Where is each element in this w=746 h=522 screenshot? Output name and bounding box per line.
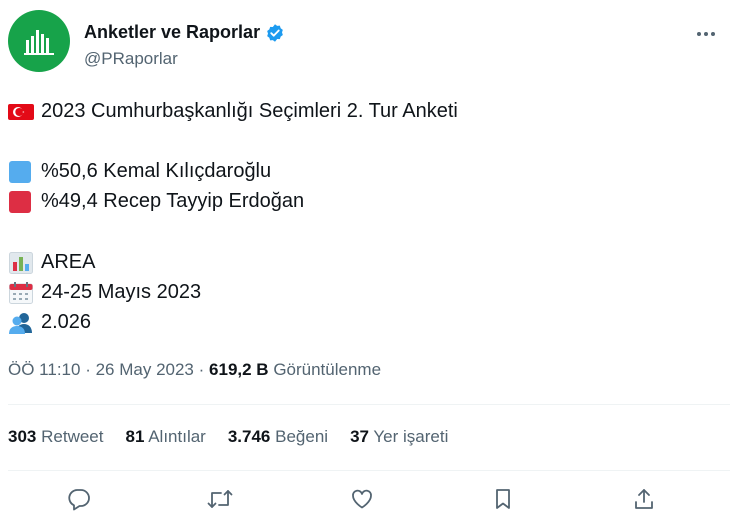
poll-bars-logo-icon xyxy=(24,30,54,55)
tweet-title-text: 2023 Cumhurbaşkanlığı Seçimleri 2. Tur A… xyxy=(41,100,458,122)
candidate-line-2: %49,4 Recep Tayyip Erdoğan xyxy=(8,190,304,213)
red-square-icon xyxy=(8,190,34,213)
divider-bottom xyxy=(8,470,730,471)
meta-separator: · xyxy=(85,360,91,379)
candidate-line-1: %50,6 Kemal Kılıçdaroğlu xyxy=(8,160,271,183)
quote-label: Alıntılar xyxy=(148,427,206,446)
avatar[interactable] xyxy=(8,10,70,72)
stat-quotes[interactable]: 81 Alıntılar xyxy=(125,427,205,447)
retweet-icon[interactable] xyxy=(203,482,237,516)
author-name[interactable]: Anketler ve Raporlar xyxy=(84,22,260,43)
tweet-title-line: 2023 Cumhurbaşkanlığı Seçimleri 2. Tur A… xyxy=(8,100,458,123)
candidate-1-text: %50,6 Kemal Kılıçdaroğlu xyxy=(41,160,272,182)
candidate-2-text: %49,4 Recep Tayyip Erdoğan xyxy=(41,190,305,212)
reply-icon[interactable] xyxy=(62,482,96,516)
more-options-icon[interactable] xyxy=(693,24,719,44)
stat-likes[interactable]: 3.746 Beğeni xyxy=(228,427,328,447)
retweet-label: Retweet xyxy=(41,427,104,446)
meta-separator-2: · xyxy=(198,360,205,379)
quote-count: 81 xyxy=(125,427,145,446)
like-count: 3.746 xyxy=(227,427,271,446)
bookmark-label: Yer işareti xyxy=(373,427,449,446)
date-line: 24-25 Mayıs 2023 xyxy=(8,281,201,304)
sample-line: 2.026 xyxy=(8,311,91,334)
company-text: AREA xyxy=(41,251,96,273)
tweet-time[interactable]: ÖÖ 11:10 xyxy=(8,360,80,379)
stat-retweets[interactable]: 303 Retweet xyxy=(8,427,103,447)
tweet-date[interactable]: 26 May 2023 xyxy=(96,360,194,379)
tweet-meta: ÖÖ 11:10 · 26 May 2023 · 619,2 B Görüntü… xyxy=(8,360,381,380)
company-line: AREA xyxy=(8,251,95,274)
author-name-row: Anketler ve Raporlar xyxy=(84,22,285,43)
verified-badge-icon xyxy=(267,23,283,42)
retweet-count: 303 xyxy=(8,427,37,446)
people-icon xyxy=(8,312,34,334)
like-heart-icon[interactable] xyxy=(345,482,379,516)
stat-bookmarks[interactable]: 37 Yer işareti xyxy=(350,427,448,447)
date-text: 24-25 Mayıs 2023 xyxy=(41,281,202,303)
action-bar xyxy=(0,482,746,516)
blue-square-icon xyxy=(8,160,34,183)
calendar-icon xyxy=(8,281,34,304)
like-label: Beğeni xyxy=(275,427,329,446)
turkey-flag-icon xyxy=(8,101,34,123)
bookmark-icon[interactable] xyxy=(486,482,520,516)
bookmark-count: 37 xyxy=(350,427,369,446)
author-handle[interactable]: @PRaporlar xyxy=(84,49,178,69)
views-count: 619,2 B xyxy=(209,360,269,379)
divider-top xyxy=(8,404,730,405)
bar-chart-icon xyxy=(8,251,34,274)
share-icon[interactable] xyxy=(627,482,661,516)
engagement-stats: 303 Retweet 81 Alıntılar 3.746 Beğeni 37… xyxy=(8,427,448,447)
sample-text: 2.026 xyxy=(41,311,92,333)
views-label: Görüntülenme xyxy=(273,360,382,379)
